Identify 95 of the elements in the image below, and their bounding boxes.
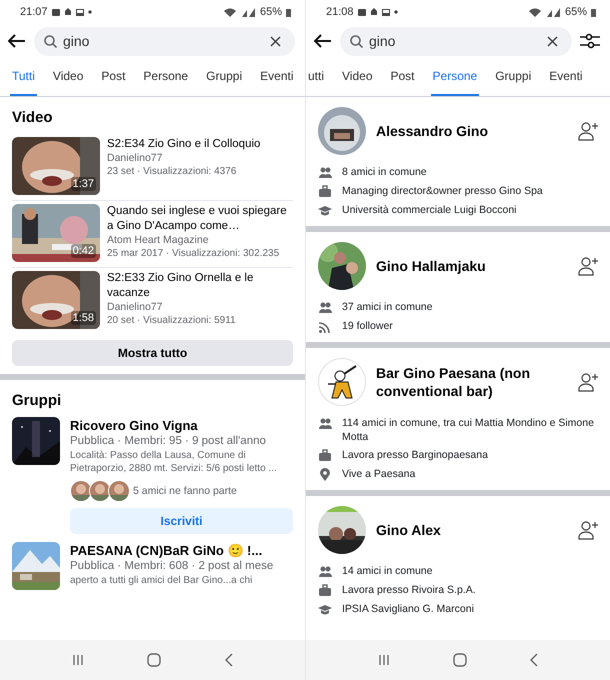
briefcase-icon — [318, 449, 332, 463]
image-icon — [382, 8, 390, 16]
search-field[interactable]: gino — [34, 26, 295, 56]
add-friend-icon[interactable] — [578, 520, 598, 540]
add-friend-icon[interactable] — [578, 121, 598, 141]
battery-level: 65% — [260, 6, 282, 18]
person-name[interactable]: Alessandro Gino — [376, 122, 568, 140]
close-icon[interactable] — [547, 36, 558, 46]
video-duration: 1:58 — [70, 311, 96, 325]
person-detail: Vive a Paesana — [342, 467, 416, 481]
back-arrow-icon[interactable] — [314, 34, 332, 48]
status-time: 21:08 — [326, 6, 354, 18]
back-arrow-icon[interactable] — [8, 34, 26, 48]
group-description: aperto a tutti gli amici del Bar Gino...a chi — [70, 574, 254, 587]
battery-icon — [591, 8, 596, 16]
person-name[interactable]: Gino Hallamjaku — [376, 257, 568, 275]
person-detail: 37 amici in comune — [342, 300, 432, 314]
recent-apps-icon[interactable] — [72, 654, 84, 666]
join-button[interactable]: Iscriviti — [70, 508, 293, 534]
video-meta: 23 set · Visualizzazioni: 4376 — [107, 165, 238, 179]
channel-name: Danielino77 — [107, 152, 164, 165]
tab[interactable]: Eventi — [258, 58, 296, 96]
person-name[interactable]: Gino Alex — [376, 521, 568, 539]
group-meta: Pubblica · Membri: 608 · 2 post al mese — [70, 559, 274, 574]
video-title[interactable]: Quando sei inglese e vuoi spiegare a Gino D'Acampo come… — [107, 204, 293, 234]
group-name[interactable]: Ricovero Gino Vigna — [70, 417, 293, 434]
channel-name: Danielino77 — [107, 301, 164, 314]
person-detail: Università commerciale Luigi Bocconi — [342, 203, 516, 217]
recent-apps-icon[interactable] — [378, 654, 390, 666]
search-icon — [350, 34, 363, 48]
house-icon — [64, 8, 72, 16]
add-friend-icon[interactable] — [578, 256, 598, 276]
rss-icon — [318, 320, 332, 334]
people-icon — [318, 417, 332, 431]
signal-icon — [240, 8, 256, 16]
person-detail: IPSIA Savigliano G. Marconi — [342, 602, 474, 616]
briefcase-icon — [318, 584, 332, 598]
house-icon — [370, 8, 378, 16]
graduation-cap-icon — [318, 603, 332, 617]
status-time: 21:07 — [20, 6, 48, 18]
add-friend-icon[interactable] — [578, 372, 598, 392]
people-icon — [318, 166, 332, 180]
person-detail: Lavora presso Rivoira S.p.A. — [342, 583, 476, 597]
friends-count: 5 amici ne fanno parte — [133, 485, 237, 497]
person-detail: 114 amici in comune, tra cui Mattia Mondino e Simone Motta — [342, 416, 595, 444]
group-description: Località: Passo della Lausa, Comune di Pietraporzio, 2880 mt. Servizi: 5/6 posti letto ... — [70, 449, 278, 475]
close-icon[interactable] — [270, 36, 281, 46]
tab[interactable]: Post — [99, 58, 128, 96]
tab[interactable]: Post — [388, 58, 417, 96]
tab[interactable]: Eventi — [547, 58, 585, 96]
show-all-button[interactable]: Mostra tutto — [12, 340, 293, 366]
location-pin-icon — [318, 468, 332, 482]
channel-name: Atom Heart Magazine — [107, 234, 210, 247]
filter-icon[interactable] — [580, 33, 600, 49]
image-icon — [76, 8, 84, 16]
people-icon — [318, 301, 332, 315]
tab[interactable]: Video — [340, 58, 374, 96]
tab[interactable]: Video — [50, 58, 86, 96]
video-title[interactable]: S2:E33 Zio Gino Ornella e le vacanze — [107, 271, 293, 301]
section-heading: Gruppi — [12, 392, 62, 409]
person-detail: 14 amici in comune — [342, 564, 432, 578]
battery-level: 65% — [564, 6, 587, 18]
graduation-cap-icon — [318, 204, 332, 218]
tab[interactable]: Gruppi — [493, 58, 534, 96]
wifi-icon — [528, 8, 541, 16]
back-icon[interactable] — [530, 653, 538, 667]
dot-icon — [88, 10, 92, 14]
tab[interactable]: Gruppi — [204, 58, 244, 96]
video-meta: 20 set · Visualizzazioni: 5911 — [107, 314, 237, 328]
briefcase-icon — [318, 185, 332, 199]
search-icon — [44, 34, 57, 48]
person-detail: Managing director&owner presso Gino Spa — [342, 184, 543, 198]
home-icon[interactable] — [452, 653, 467, 667]
person-name[interactable]: Bar Gino Paesana (non conventional bar) — [376, 364, 568, 400]
person-detail: Lavora presso Barginopaesana — [342, 448, 488, 462]
group-meta: Pubblica · Membri: 95 · 9 post all'anno — [70, 434, 267, 449]
video-meta: 25 mar 2017 · Visualizzazioni: 302.235 — [107, 247, 280, 261]
video-duration: 1:37 — [70, 177, 96, 191]
video-title[interactable]: S2:E34 Zio Gino e il Colloquio — [107, 137, 260, 152]
video-duration: 0:42 — [70, 244, 96, 258]
signal-icon — [544, 8, 561, 16]
search-field[interactable]: gino — [340, 26, 572, 56]
battery-icon — [286, 8, 291, 16]
back-icon[interactable] — [225, 653, 234, 667]
tab[interactable]: utti — [306, 58, 326, 96]
wifi-icon — [224, 8, 236, 16]
section-heading: Video — [12, 109, 54, 126]
group-name[interactable]: PAESANA (CN)BaR GiNo 🙂 !... — [70, 542, 293, 559]
person-detail: 19 follower — [342, 319, 393, 333]
people-icon — [318, 565, 332, 579]
tab[interactable]: Persone — [141, 58, 190, 96]
dot-icon — [394, 10, 398, 14]
cartoon-logo-icon — [318, 358, 366, 406]
person-detail: 8 amici in comune — [342, 165, 427, 179]
home-icon[interactable] — [147, 653, 162, 667]
